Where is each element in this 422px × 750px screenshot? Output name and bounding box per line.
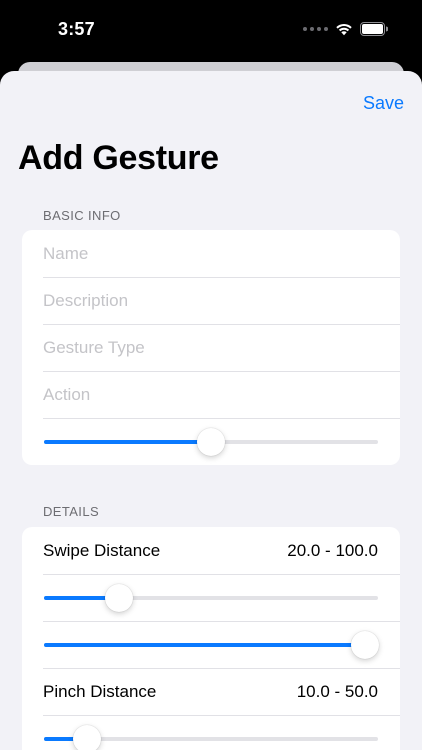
page-title: Add Gesture (18, 139, 219, 177)
swipe-min-slider[interactable] (44, 584, 378, 612)
name-input[interactable] (43, 230, 383, 277)
description-row (22, 277, 400, 324)
battery-icon (360, 22, 388, 36)
swipe-min-slider-row (22, 574, 400, 621)
status-bar: 3:57 (0, 0, 422, 60)
slider-thumb[interactable] (350, 631, 379, 659)
basic-slider-row (22, 418, 400, 465)
pinch-distance-label: Pinch Distance (43, 682, 157, 701)
details-group: Swipe Distance 20.0 - 100.0 Pinch Distan (22, 527, 400, 750)
section-header-basic-info: BASIC INFO (43, 208, 121, 223)
name-row (22, 230, 400, 277)
swipe-distance-value: 20.0 - 100.0 (287, 541, 378, 560)
swipe-max-slider[interactable] (44, 631, 379, 659)
add-gesture-sheet: Save Add Gesture BASIC INFO Name Descrip… (0, 71, 422, 750)
status-time: 3:57 (58, 19, 95, 39)
signal-dots-icon (303, 27, 328, 31)
swipe-max-slider-row (22, 621, 400, 668)
basic-info-group (22, 230, 400, 465)
action-input[interactable] (43, 371, 383, 418)
slider-fill (44, 643, 365, 647)
pinch-distance-value: 10.0 - 50.0 (296, 682, 378, 701)
pinch-min-slider-row (22, 715, 400, 750)
screen: 3:57 Save Add Gesture BASIC INFO Name De… (0, 0, 422, 750)
section-header-details: DETAILS (43, 504, 100, 519)
swipe-distance-row: Swipe Distance 20.0 - 100.0 (22, 527, 400, 574)
wifi-icon (336, 23, 352, 36)
slider-fill (44, 440, 211, 444)
slider-thumb[interactable] (197, 428, 225, 456)
status-icons (303, 22, 388, 36)
slider-thumb[interactable] (105, 584, 134, 612)
description-input[interactable] (43, 277, 383, 324)
save-button[interactable]: Save (363, 93, 404, 114)
swipe-distance-label: Swipe Distance (43, 541, 161, 560)
gesture-type-input[interactable] (43, 324, 383, 371)
pinch-min-slider[interactable] (44, 725, 378, 750)
action-row (22, 371, 400, 418)
slider-thumb[interactable] (73, 725, 102, 750)
gesture-type-row (22, 324, 400, 371)
basic-info-slider[interactable] (44, 428, 378, 456)
pinch-distance-row: Pinch Distance 10.0 - 50.0 (22, 668, 400, 715)
